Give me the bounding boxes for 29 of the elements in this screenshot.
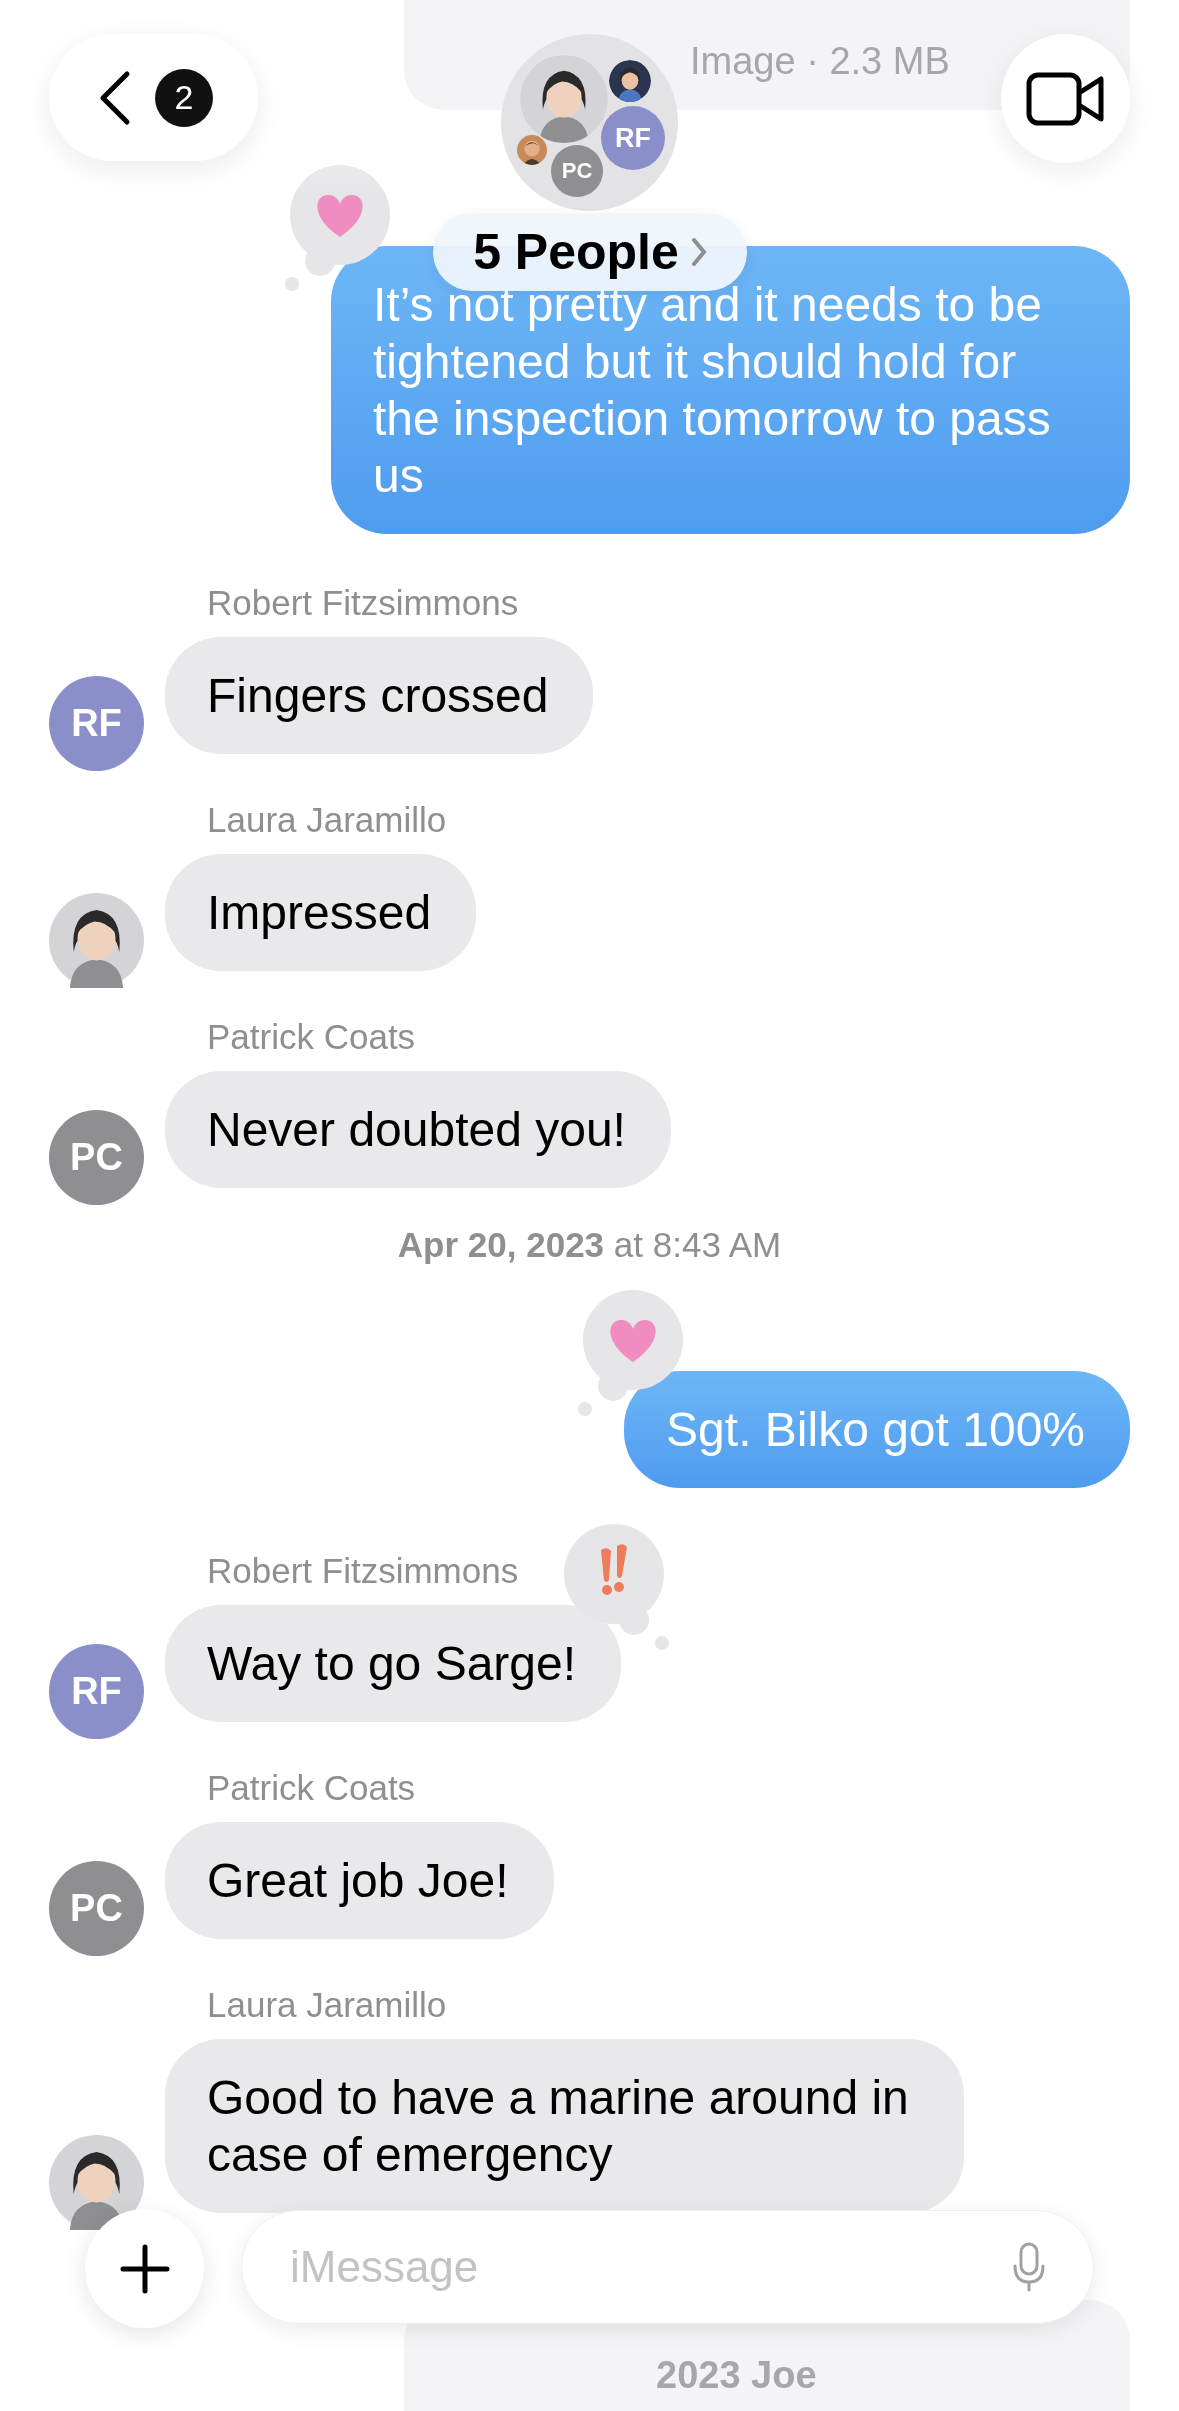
message-bubble: Impressed <box>165 854 477 971</box>
attachment-info: 2023 Joe <box>656 2354 817 2397</box>
initials-avatar: PC <box>49 1861 144 1956</box>
message-field[interactable]: iMessage <box>241 2210 1094 2324</box>
attachment-info: Image · 2.3 MB <box>690 40 950 83</box>
sender-name: Laura Jaramillo <box>207 1985 448 2025</box>
message-bubble: Fingers crossed <box>165 637 594 754</box>
message-bubble: Good to have a marine around in case of emergency <box>165 2039 964 2213</box>
initials-avatar: RF <box>49 676 144 771</box>
sender-name: Robert Fitzsimmons <box>207 583 520 623</box>
initials-avatar: PC <box>49 1110 144 1205</box>
sender-name: Patrick Coats <box>207 1017 417 1057</box>
microphone-icon[interactable] <box>1012 2242 1046 2292</box>
video-camera-icon <box>1025 70 1106 127</box>
initials-avatar: RF <box>49 1644 144 1739</box>
person-avatar-icon <box>49 893 144 988</box>
initials-avatar: RF <box>601 106 665 170</box>
plus-icon <box>119 2243 170 2294</box>
sender-name: Robert Fitzsimmons <box>207 1551 520 1591</box>
back-button[interactable]: 2 <box>49 34 258 161</box>
message-bubble: Great job Joe! <box>165 1822 554 1939</box>
initials-avatar: PC <box>551 145 603 197</box>
chevron-icon <box>690 237 707 267</box>
message-bubble: Never doubted you! <box>165 1071 671 1188</box>
sender-name: Patrick Coats <box>207 1768 417 1808</box>
sender-name: Laura Jaramillo <box>207 800 448 840</box>
person-avatar-icon <box>49 2135 144 2230</box>
unread-count: 2 <box>155 68 213 127</box>
timestamp: Apr 20, 2023 at 8:43 AM <box>396 1225 783 1265</box>
